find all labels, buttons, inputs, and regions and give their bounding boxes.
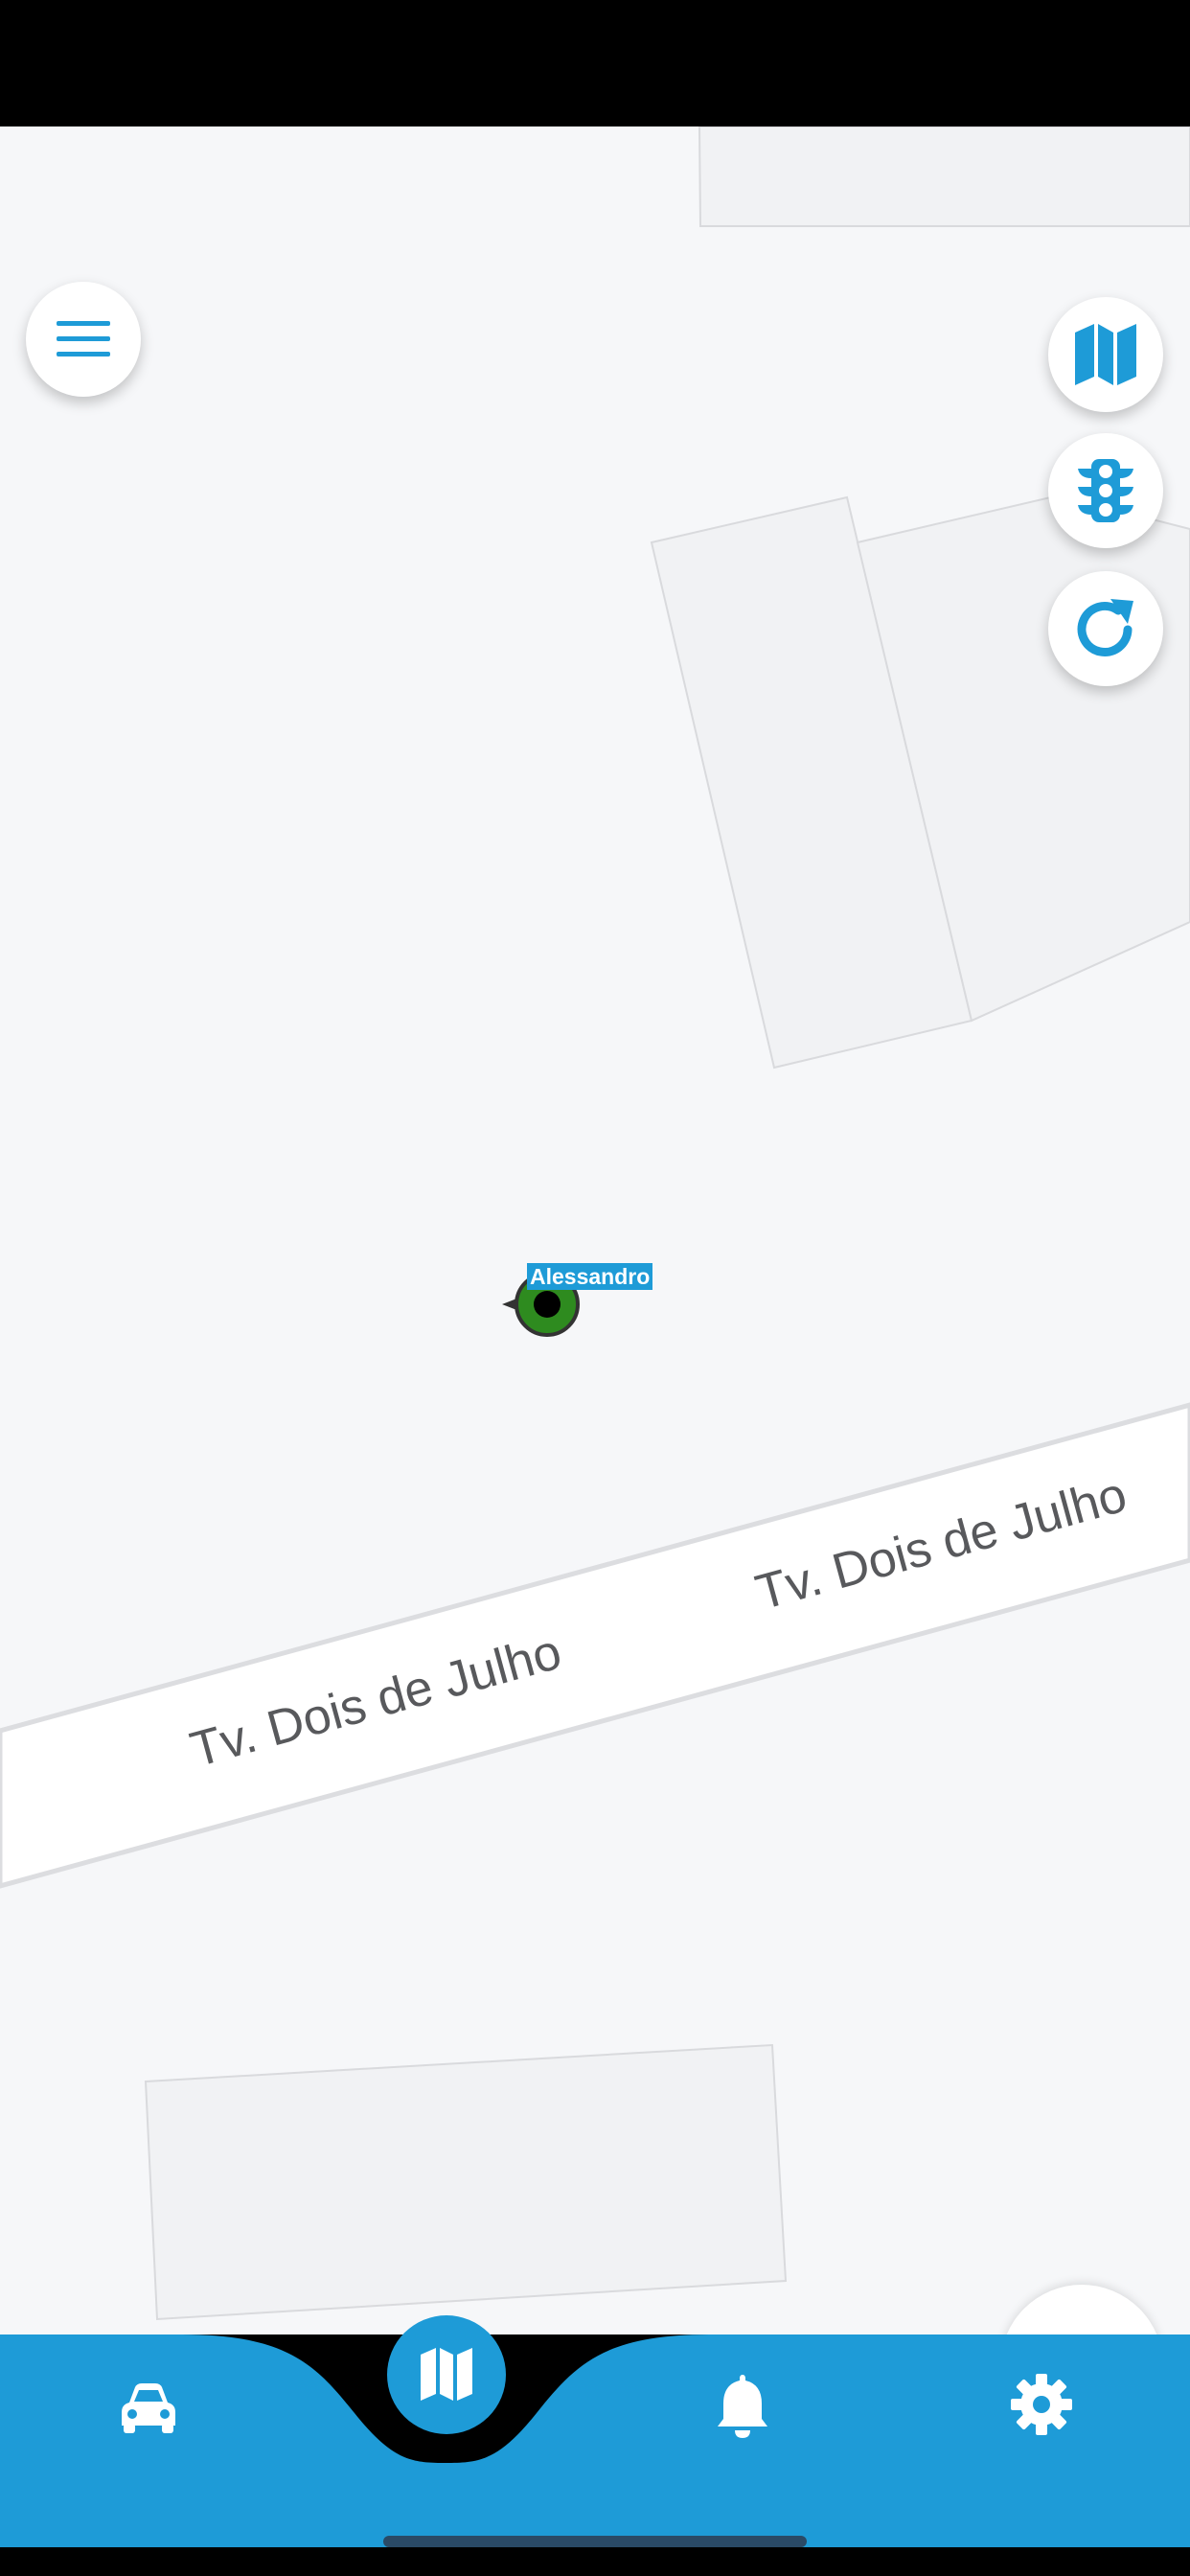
status-bar	[0, 0, 1190, 126]
nav-settings[interactable]	[989, 2352, 1094, 2457]
gear-icon	[1011, 2374, 1072, 2435]
home-indicator	[383, 2536, 807, 2547]
vehicle-marker-label: Alessandro	[527, 1263, 653, 1290]
nav-map[interactable]	[387, 2315, 506, 2434]
map-view[interactable]: Tv. Dois de Julho Tv. Dois de Julho	[0, 126, 1190, 2334]
traffic-light-icon	[1078, 459, 1133, 522]
refresh-icon	[1077, 599, 1133, 656]
traffic-button[interactable]	[1048, 433, 1163, 548]
map-canvas: Tv. Dois de Julho Tv. Dois de Julho	[0, 126, 1190, 2321]
hamburger-menu-icon	[57, 321, 110, 356]
building	[698, 126, 1190, 227]
map-icon	[421, 2348, 472, 2401]
road	[0, 1402, 1190, 1889]
refresh-button[interactable]	[1048, 571, 1163, 686]
menu-button[interactable]	[26, 282, 141, 397]
map-icon	[1075, 324, 1136, 385]
map-type-button[interactable]	[1048, 297, 1163, 412]
nav-vehicles[interactable]	[96, 2356, 201, 2461]
nav-notifications[interactable]	[690, 2354, 795, 2459]
bell-icon	[718, 2375, 767, 2438]
car-icon	[122, 2383, 175, 2433]
building	[144, 2043, 788, 2321]
